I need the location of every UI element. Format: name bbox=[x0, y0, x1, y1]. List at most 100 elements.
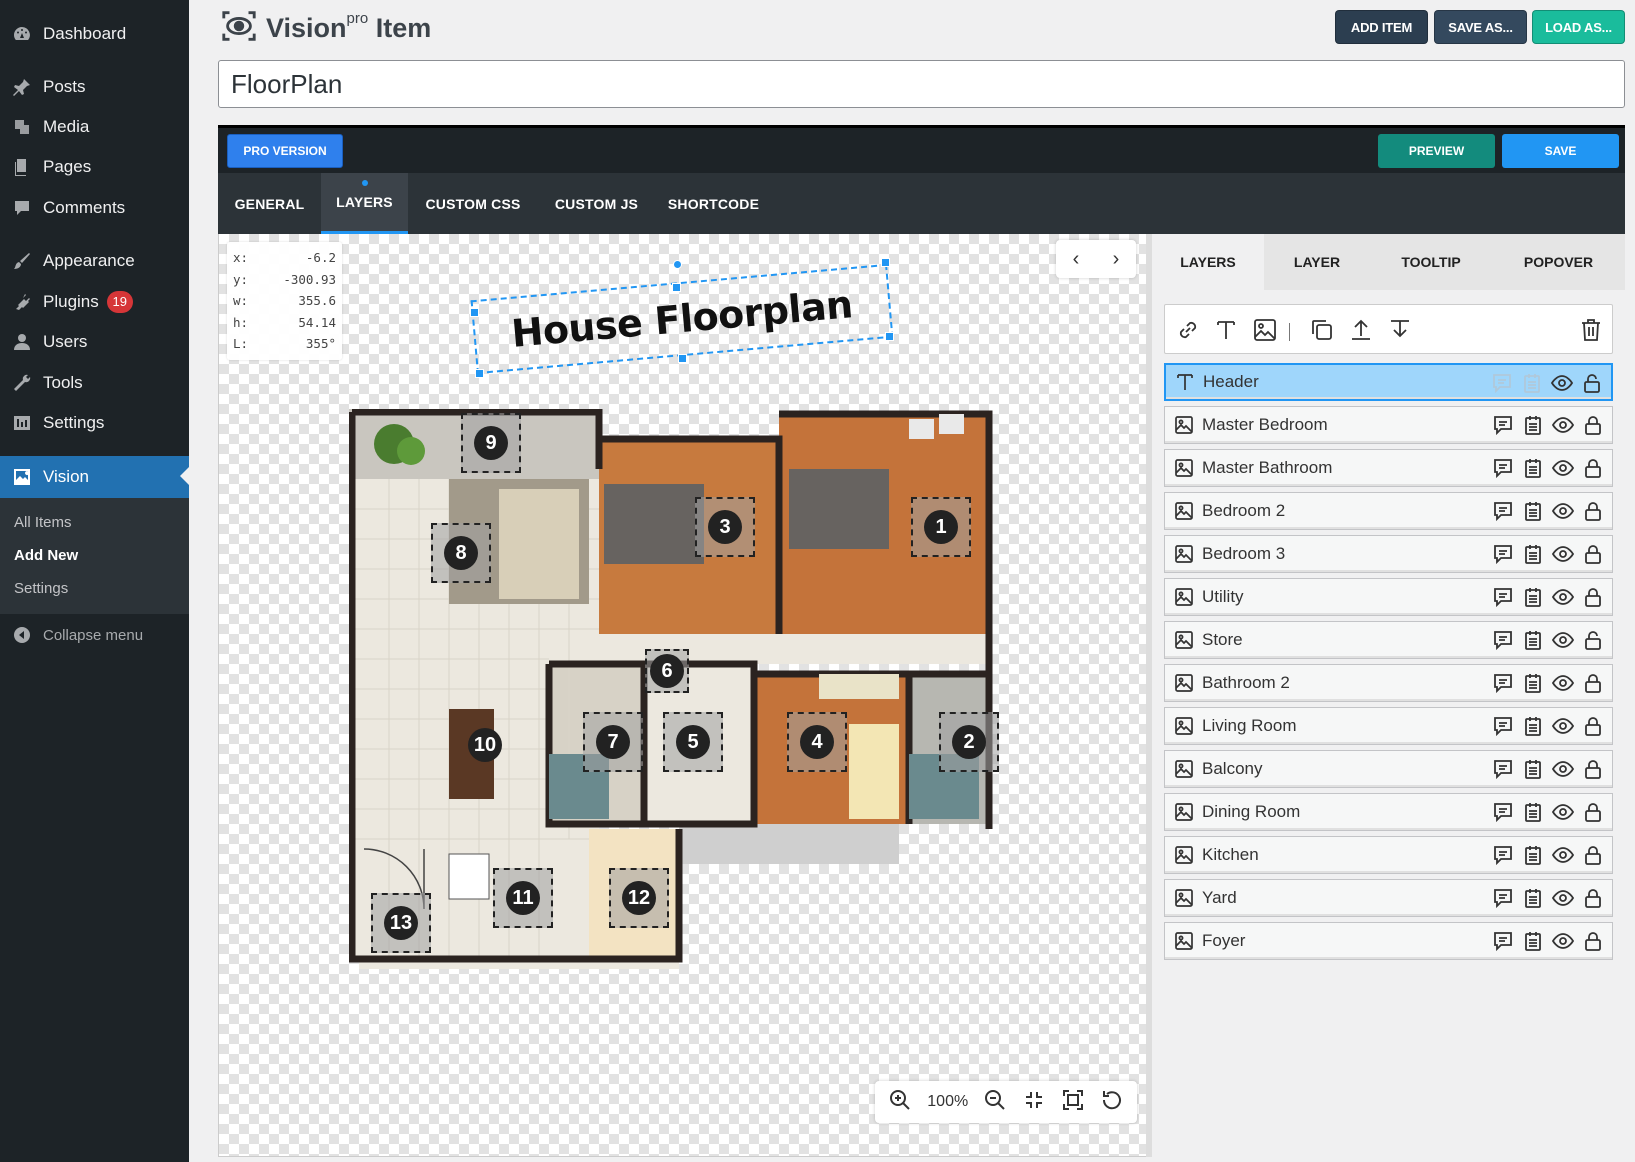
pro-version-button[interactable]: PRO VERSION bbox=[227, 134, 343, 168]
lock-icon[interactable] bbox=[1582, 414, 1606, 438]
tooltip-icon[interactable] bbox=[1492, 500, 1516, 524]
chevron-left-icon[interactable]: ‹ bbox=[1073, 248, 1080, 271]
tab-custom-js[interactable]: CUSTOM JS bbox=[538, 173, 655, 234]
item-title-input[interactable] bbox=[218, 60, 1625, 108]
sidebar-item-pages[interactable]: Pages bbox=[0, 147, 189, 187]
visibility-eye-icon[interactable] bbox=[1551, 414, 1576, 438]
visibility-eye-icon[interactable] bbox=[1551, 543, 1576, 567]
visibility-eye-icon[interactable] bbox=[1551, 801, 1576, 825]
fit-frame-icon[interactable] bbox=[1061, 1088, 1085, 1117]
sidebar-item-vision[interactable]: Vision bbox=[0, 456, 189, 498]
hotspot-marker[interactable]: 5 bbox=[663, 712, 723, 772]
resize-handle[interactable] bbox=[475, 369, 484, 378]
save-button[interactable]: SAVE bbox=[1502, 134, 1619, 168]
floorplan-image[interactable]: 9 8 3 1 6 7 5 4 2 10 11 12 13 bbox=[348, 408, 1021, 982]
layer-row[interactable]: Bedroom 3 bbox=[1164, 535, 1613, 573]
lock-icon[interactable] bbox=[1582, 500, 1606, 524]
resize-handle[interactable] bbox=[470, 308, 479, 317]
hotspot-marker[interactable]: 10 bbox=[455, 715, 515, 775]
popover-icon[interactable] bbox=[1522, 500, 1546, 524]
lock-icon[interactable] bbox=[1582, 457, 1606, 481]
submenu-add-new[interactable]: Add New bbox=[14, 547, 78, 564]
resize-handle[interactable] bbox=[885, 332, 894, 341]
hotspot-marker[interactable]: 8 bbox=[431, 523, 491, 583]
collapse-menu-button[interactable]: Collapse menu bbox=[0, 620, 189, 650]
layer-row[interactable]: Master Bedroom bbox=[1164, 406, 1613, 444]
tooltip-icon[interactable] bbox=[1492, 457, 1516, 481]
sidebar-item-appearance[interactable]: Appearance bbox=[0, 241, 189, 281]
reset-icon[interactable] bbox=[1100, 1088, 1124, 1117]
chevron-right-icon[interactable]: › bbox=[1113, 248, 1120, 271]
tooltip-icon[interactable] bbox=[1492, 629, 1516, 653]
add-item-button[interactable]: ADD ITEM bbox=[1335, 10, 1428, 44]
popover-icon[interactable] bbox=[1522, 844, 1546, 868]
resize-handle[interactable] bbox=[672, 283, 681, 292]
sidebar-item-posts[interactable]: Posts bbox=[0, 67, 189, 107]
zoom-out-icon[interactable] bbox=[983, 1088, 1007, 1117]
visibility-eye-icon[interactable] bbox=[1551, 586, 1576, 610]
lock-icon[interactable] bbox=[1582, 844, 1606, 868]
load-as-button[interactable]: LOAD AS... bbox=[1532, 10, 1625, 44]
hotspot-marker[interactable]: 7 bbox=[583, 712, 643, 772]
panel-tab-tooltip[interactable]: TOOLTIP bbox=[1370, 234, 1492, 290]
layer-row[interactable]: Header bbox=[1164, 363, 1613, 401]
popover-icon[interactable] bbox=[1522, 930, 1546, 954]
popover-icon[interactable] bbox=[1522, 672, 1546, 696]
tooltip-icon[interactable] bbox=[1492, 887, 1516, 911]
layer-row[interactable]: Dining Room bbox=[1164, 793, 1613, 831]
resize-handle[interactable] bbox=[678, 354, 687, 363]
submenu-all-items[interactable]: All Items bbox=[14, 514, 72, 531]
tooltip-icon[interactable] bbox=[1492, 543, 1516, 567]
popover-icon[interactable] bbox=[1522, 887, 1546, 911]
hotspot-marker[interactable]: 11 bbox=[493, 868, 553, 928]
tooltip-icon[interactable] bbox=[1492, 930, 1516, 954]
zoom-in-icon[interactable] bbox=[888, 1088, 912, 1117]
preview-button[interactable]: PREVIEW bbox=[1378, 134, 1495, 168]
lock-icon[interactable] bbox=[1582, 715, 1606, 739]
layer-row[interactable]: Kitchen bbox=[1164, 836, 1613, 874]
trash-icon[interactable] bbox=[1578, 317, 1604, 343]
lock-icon[interactable] bbox=[1582, 887, 1606, 911]
visibility-eye-icon[interactable] bbox=[1551, 758, 1576, 782]
duplicate-icon[interactable] bbox=[1309, 317, 1335, 343]
hotspot-marker[interactable]: 3 bbox=[695, 497, 755, 557]
lock-icon[interactable] bbox=[1582, 758, 1606, 782]
resize-handle[interactable] bbox=[881, 258, 890, 267]
layer-row[interactable]: Bedroom 2 bbox=[1164, 492, 1613, 530]
tab-layers[interactable]: LAYERS bbox=[321, 173, 408, 234]
popover-icon[interactable] bbox=[1522, 543, 1546, 567]
tab-general[interactable]: GENERAL bbox=[218, 173, 321, 234]
popover-icon[interactable] bbox=[1521, 372, 1545, 396]
unlock-icon[interactable] bbox=[1581, 372, 1605, 396]
tab-shortcode[interactable]: SHORTCODE bbox=[655, 173, 772, 234]
popover-icon[interactable] bbox=[1522, 414, 1546, 438]
visibility-eye-icon[interactable] bbox=[1551, 500, 1576, 524]
visibility-eye-icon[interactable] bbox=[1550, 372, 1575, 396]
tooltip-icon[interactable] bbox=[1492, 844, 1516, 868]
layer-row[interactable]: Yard bbox=[1164, 879, 1613, 917]
fit-inward-icon[interactable] bbox=[1022, 1088, 1046, 1117]
panel-tab-layers[interactable]: LAYERS bbox=[1152, 234, 1264, 290]
visibility-eye-icon[interactable] bbox=[1551, 887, 1576, 911]
header-text-layer[interactable]: House Floorplan bbox=[470, 258, 894, 378]
layer-row[interactable]: Store bbox=[1164, 621, 1613, 659]
popover-icon[interactable] bbox=[1522, 715, 1546, 739]
sidebar-item-media[interactable]: Media bbox=[0, 107, 189, 147]
layer-row[interactable]: Balcony bbox=[1164, 750, 1613, 788]
move-up-icon[interactable] bbox=[1348, 317, 1374, 343]
tooltip-icon[interactable] bbox=[1492, 414, 1516, 438]
image-icon[interactable] bbox=[1252, 317, 1278, 343]
lock-icon[interactable] bbox=[1582, 543, 1606, 567]
tooltip-icon[interactable] bbox=[1492, 715, 1516, 739]
visibility-eye-icon[interactable] bbox=[1551, 457, 1576, 481]
lock-icon[interactable] bbox=[1582, 801, 1606, 825]
submenu-settings[interactable]: Settings bbox=[14, 580, 68, 597]
hotspot-marker[interactable]: 1 bbox=[911, 497, 971, 557]
hotspot-marker[interactable]: 2 bbox=[939, 712, 999, 772]
layer-row[interactable]: Master Bathroom bbox=[1164, 449, 1613, 487]
popover-icon[interactable] bbox=[1522, 758, 1546, 782]
hotspot-marker[interactable]: 6 bbox=[645, 649, 689, 693]
sidebar-item-dashboard[interactable]: Dashboard bbox=[0, 14, 189, 54]
hotspot-marker[interactable]: 9 bbox=[461, 413, 521, 473]
save-as-button[interactable]: SAVE AS... bbox=[1434, 10, 1527, 44]
